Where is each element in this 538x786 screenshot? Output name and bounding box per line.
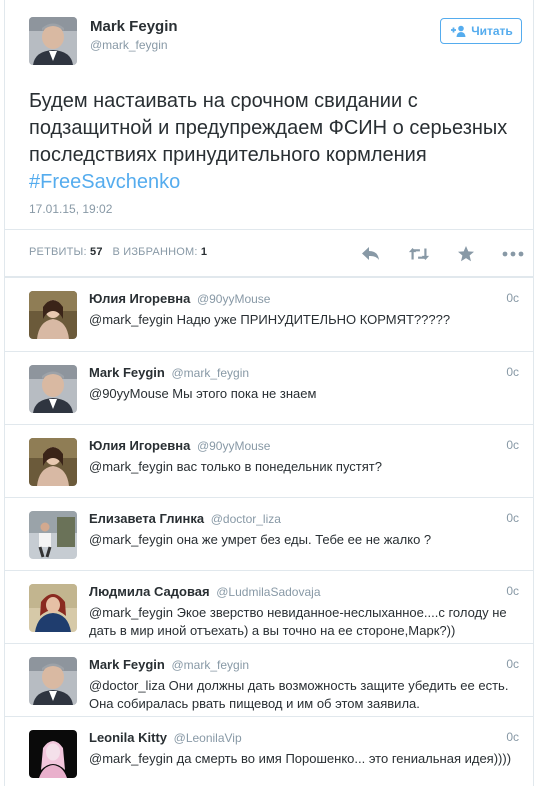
reply-tweet[interactable]: Елизавета Глинка @doctor_liza 0с @mark_f… xyxy=(5,498,533,571)
reply-author-handle[interactable]: @mark_feygin xyxy=(171,366,249,380)
divider xyxy=(5,229,533,230)
author-handle[interactable]: @mark_feygin xyxy=(90,38,168,52)
reply-tweet[interactable]: Людмила Садовая @LudmilaSadovaja 0с @mar… xyxy=(5,571,533,644)
tweet-timestamp[interactable]: 17.01.15, 19:02 xyxy=(29,202,112,216)
avatar-photo-icon xyxy=(29,365,77,413)
follow-label: Читать xyxy=(471,24,513,38)
reply-author-name[interactable]: Mark Feygin xyxy=(89,657,165,672)
avatar[interactable] xyxy=(29,657,77,705)
avatar-photo-icon xyxy=(29,17,77,65)
reply-author-handle[interactable]: @doctor_liza xyxy=(211,512,281,526)
avatar-photo-icon xyxy=(29,730,77,778)
reply-author-handle[interactable]: @LeonilaVip xyxy=(174,731,242,745)
reply-author-handle[interactable]: @90yyMouse xyxy=(197,292,271,306)
reply-tweet[interactable]: Юлия Игоревна @90yyMouse 0с @mark_feygin… xyxy=(5,278,533,352)
reply-time[interactable]: 0с xyxy=(506,730,519,744)
tweet-page: Mark Feygin @mark_feygin Читать Будем на… xyxy=(4,0,534,786)
reply-text: @mark_feygin Экое зверство невиданное-не… xyxy=(89,605,507,638)
reply-time[interactable]: 0с xyxy=(506,438,519,452)
star-icon xyxy=(458,246,474,262)
hashtag-link[interactable]: #FreeSavchenko xyxy=(29,171,180,193)
reply-author-handle[interactable]: @90yyMouse xyxy=(197,439,271,453)
avatar-photo-icon xyxy=(29,291,77,339)
reply-tweet[interactable]: Mark Feygin @mark_feygin 0с @doctor_liza… xyxy=(5,644,533,717)
reply-author-handle[interactable]: @LudmilaSadovaja xyxy=(216,585,320,599)
retweet-icon xyxy=(408,248,430,260)
more-icon xyxy=(502,251,524,257)
reply-text: @mark_feygin вас только в понедельник пу… xyxy=(89,459,382,474)
reply-text: @mark_feygin Надю уже ПРИНУДИТЕЛЬНО КОРМ… xyxy=(89,312,451,327)
reply-text: @mark_feygin она же умрет без еды. Тебе … xyxy=(89,532,432,547)
reply-tweet[interactable]: Юлия Игоревна @90yyMouse 0с @mark_feygin… xyxy=(5,425,533,498)
reply-time[interactable]: 0с xyxy=(506,291,519,305)
avatar[interactable] xyxy=(29,438,77,486)
avatar[interactable] xyxy=(29,584,77,632)
avatar[interactable] xyxy=(29,511,77,559)
reply-text: @doctor_liza Они должны дать возможность… xyxy=(89,678,509,711)
favorite-button[interactable] xyxy=(455,243,477,265)
reply-tweet[interactable]: Leonila Kitty @LeonilaVip 0с @mark_feygi… xyxy=(5,717,533,786)
reply-author-name[interactable]: Елизавета Глинка xyxy=(89,511,204,526)
follow-button[interactable]: Читать xyxy=(440,18,522,44)
reply-text: @mark_feygin да смерть во имя Порошенко.… xyxy=(89,751,512,766)
tweet-actions xyxy=(5,243,533,265)
avatar[interactable] xyxy=(29,291,77,339)
reply-author-name[interactable]: Leonila Kitty xyxy=(89,730,167,745)
retweet-button[interactable] xyxy=(408,243,430,265)
avatar[interactable] xyxy=(29,730,77,778)
reply-icon xyxy=(362,247,379,260)
avatar[interactable] xyxy=(29,17,77,65)
more-button[interactable] xyxy=(501,243,525,265)
tweet-text: Будем настаивать на срочном свидании с п… xyxy=(29,88,519,196)
tweet-body: Будем настаивать на срочном свидании с п… xyxy=(29,90,508,166)
reply-author-handle[interactable]: @mark_feygin xyxy=(171,658,249,672)
reply-time[interactable]: 0с xyxy=(506,584,519,598)
reply-tweet[interactable]: Mark Feygin @mark_feygin 0с @90yyMouse М… xyxy=(5,352,533,425)
reply-time[interactable]: 0с xyxy=(506,657,519,671)
avatar-photo-icon xyxy=(29,657,77,705)
author-name[interactable]: Mark Feygin xyxy=(90,18,178,35)
reply-text: @90yyMouse Мы этого пока не знаем xyxy=(89,386,317,401)
add-user-icon xyxy=(451,25,466,37)
avatar-photo-icon xyxy=(29,438,77,486)
reply-author-name[interactable]: Mark Feygin xyxy=(89,365,165,380)
reply-button[interactable] xyxy=(360,243,382,265)
avatar[interactable] xyxy=(29,365,77,413)
reply-author-name[interactable]: Юлия Игоревна xyxy=(89,291,190,306)
reply-author-name[interactable]: Людмила Садовая xyxy=(89,584,210,599)
main-tweet: Mark Feygin @mark_feygin Читать Будем на… xyxy=(5,0,533,276)
reply-time[interactable]: 0с xyxy=(506,511,519,525)
avatar-photo-icon xyxy=(29,511,77,559)
reply-author-name[interactable]: Юлия Игоревна xyxy=(89,438,190,453)
reply-time[interactable]: 0с xyxy=(506,365,519,379)
avatar-photo-icon xyxy=(29,584,77,632)
